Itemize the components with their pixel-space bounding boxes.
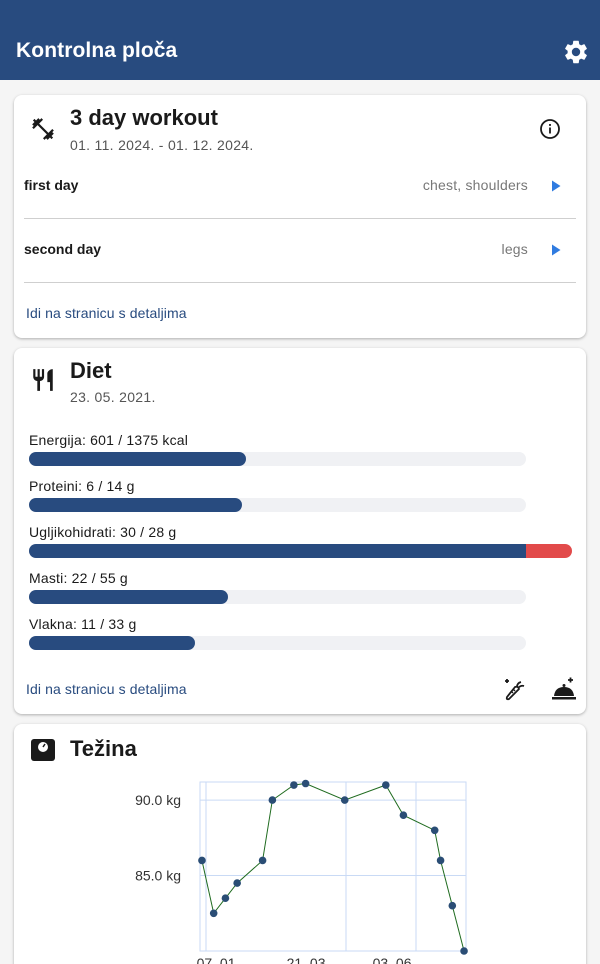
chart-data-point	[448, 901, 457, 910]
chart-x-tick-label: 21. 03.	[287, 955, 330, 964]
chart-data-point	[460, 947, 468, 955]
chart-data-point	[258, 856, 267, 865]
nutrient-label: Masti: 22 / 55 g	[29, 570, 128, 586]
nutrient-progress-bar	[29, 544, 572, 558]
diet-date: 23. 05. 2021.	[70, 389, 156, 405]
chart-data-point	[290, 781, 298, 789]
play-icon[interactable]	[546, 176, 566, 196]
utensils-icon	[33, 369, 53, 391]
diet-card: Diet 23. 05. 2021. Energija: 601 / 1375 …	[14, 348, 586, 714]
workout-day-muscles: chest, shoulders	[422, 177, 528, 193]
weight-card: Težina 85.0 kg 90.0 kg 07. 01. 21. 03. 03. 0…	[14, 724, 586, 964]
nutrient-progress-fill	[29, 544, 526, 558]
divider	[24, 282, 576, 283]
nutrient-label: Energija: 601 / 1375 kcal	[29, 432, 189, 448]
nutrient-progress-fill	[29, 452, 247, 466]
chart-data-point	[233, 879, 241, 887]
add-meal-icon[interactable]	[550, 676, 578, 704]
workout-details-link[interactable]: Idi na stranicu s detaljima	[26, 305, 187, 321]
nutrient-label: Vlakna: 11 / 33 g	[29, 616, 137, 632]
chart-x-tick-label: 03. 06.	[373, 955, 416, 964]
chart-series-line	[201, 782, 465, 952]
nutrient-progress-bar	[29, 636, 526, 650]
workout-day-name: second day	[24, 241, 102, 257]
nutrient-progress-fill	[29, 590, 228, 604]
workout-title: 3 day workout	[70, 105, 218, 130]
chart-y-tick-label: 85.0 kg	[135, 868, 181, 884]
play-icon[interactable]	[546, 240, 566, 260]
chart-data-point	[382, 781, 390, 789]
chart-y-tick-label: 90.0 kg	[135, 792, 181, 808]
workout-day-name: first day	[24, 177, 79, 193]
chart-data-point	[340, 796, 349, 804]
divider	[24, 218, 576, 219]
workout-day-muscles: legs	[501, 241, 528, 257]
diet-title: Diet	[70, 358, 112, 383]
chart-data-point	[430, 826, 439, 835]
chart-data-point	[399, 811, 408, 819]
nutrient-progress-bar	[29, 498, 526, 512]
chart-data-point	[436, 856, 445, 865]
gear-icon[interactable]	[562, 38, 590, 66]
chart-data-point	[268, 796, 277, 804]
nutrient-progress-bar	[29, 590, 526, 604]
nutrient-label: Ugljikohidrati: 30 / 28 g	[29, 524, 177, 540]
workout-card: 3 day workout 01. 11. 2024. - 01. 12. 20…	[14, 95, 586, 338]
nutrient-progress-bar	[29, 452, 526, 466]
diet-details-link[interactable]: Idi na stranicu s detaljima	[26, 681, 187, 697]
nutrient-progress-fill	[29, 498, 242, 512]
workout-day-row[interactable]: first day chest, shoulders	[24, 166, 576, 206]
chart-data-point	[301, 779, 310, 788]
workout-day-row[interactable]: second day legs	[24, 230, 576, 270]
nutrient-progress-fill	[29, 636, 195, 650]
chart-data-point	[221, 894, 230, 902]
chart-plot-border	[199, 781, 467, 952]
weight-chart: 85.0 kg 90.0 kg 07. 01. 21. 03. 03. 06.	[135, 779, 468, 964]
weight-title: Težina	[70, 736, 137, 761]
page-title: Kontrolna ploča	[16, 39, 178, 62]
add-food-icon[interactable]	[500, 676, 528, 704]
scale-icon	[31, 739, 55, 761]
nutrient-over-limit-bar	[526, 544, 572, 558]
workout-date-range: 01. 11. 2024. - 01. 12. 2024.	[70, 137, 254, 153]
chart-data-point	[198, 856, 206, 865]
app-bar: Kontrolna ploča	[0, 0, 600, 80]
chart-data-point	[209, 909, 218, 918]
dumbbell-icon	[32, 118, 54, 140]
nutrient-label: Proteini: 6 / 14 g	[29, 478, 135, 494]
chart-x-tick-label: 07. 01.	[197, 955, 240, 964]
info-icon[interactable]	[538, 117, 562, 141]
